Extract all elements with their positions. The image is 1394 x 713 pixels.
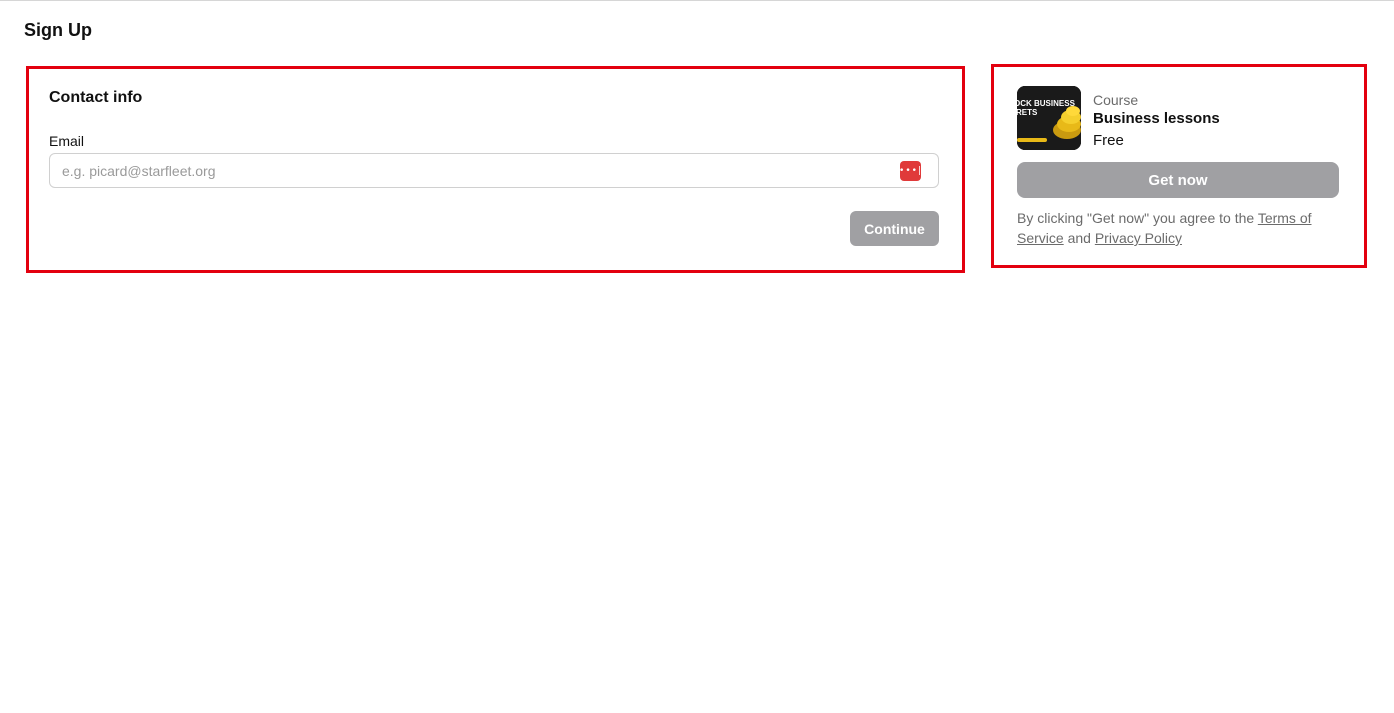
product-price: Free (1093, 132, 1124, 149)
course-thumbnail: OCK BUSINESS RETS (1017, 86, 1081, 150)
legal-middle: and (1063, 230, 1095, 246)
privacy-policy-link[interactable]: Privacy Policy (1095, 230, 1182, 246)
thumbnail-text-line1: OCK BUSINESS (1017, 99, 1076, 108)
page-title: Sign Up (24, 20, 92, 40)
continue-button[interactable]: Continue (850, 211, 939, 246)
course-thumbnail-image: OCK BUSINESS RETS (1017, 86, 1081, 150)
email-label: Email (49, 133, 85, 149)
product-type: Course (1093, 92, 1139, 108)
email-input[interactable] (50, 154, 938, 187)
order-summary-card: OCK BUSINESS RETS Course Business lesson… (991, 64, 1367, 268)
password-manager-icon[interactable]: •••| (899, 161, 921, 181)
top-divider (0, 0, 1394, 1)
legal-prefix: By clicking "Get now" you agree to the (1017, 210, 1258, 226)
product-name: Business lessons (1093, 110, 1220, 127)
legal-notice: By clicking "Get now" you agree to the T… (1017, 208, 1337, 248)
thumbnail-text-line2: RETS (1017, 108, 1038, 117)
contact-info-heading: Contact info (49, 89, 143, 106)
contact-info-card: Contact info Email •••| Continue (26, 66, 965, 273)
get-now-button[interactable]: Get now (1017, 162, 1339, 198)
email-field[interactable]: •••| (49, 153, 939, 188)
